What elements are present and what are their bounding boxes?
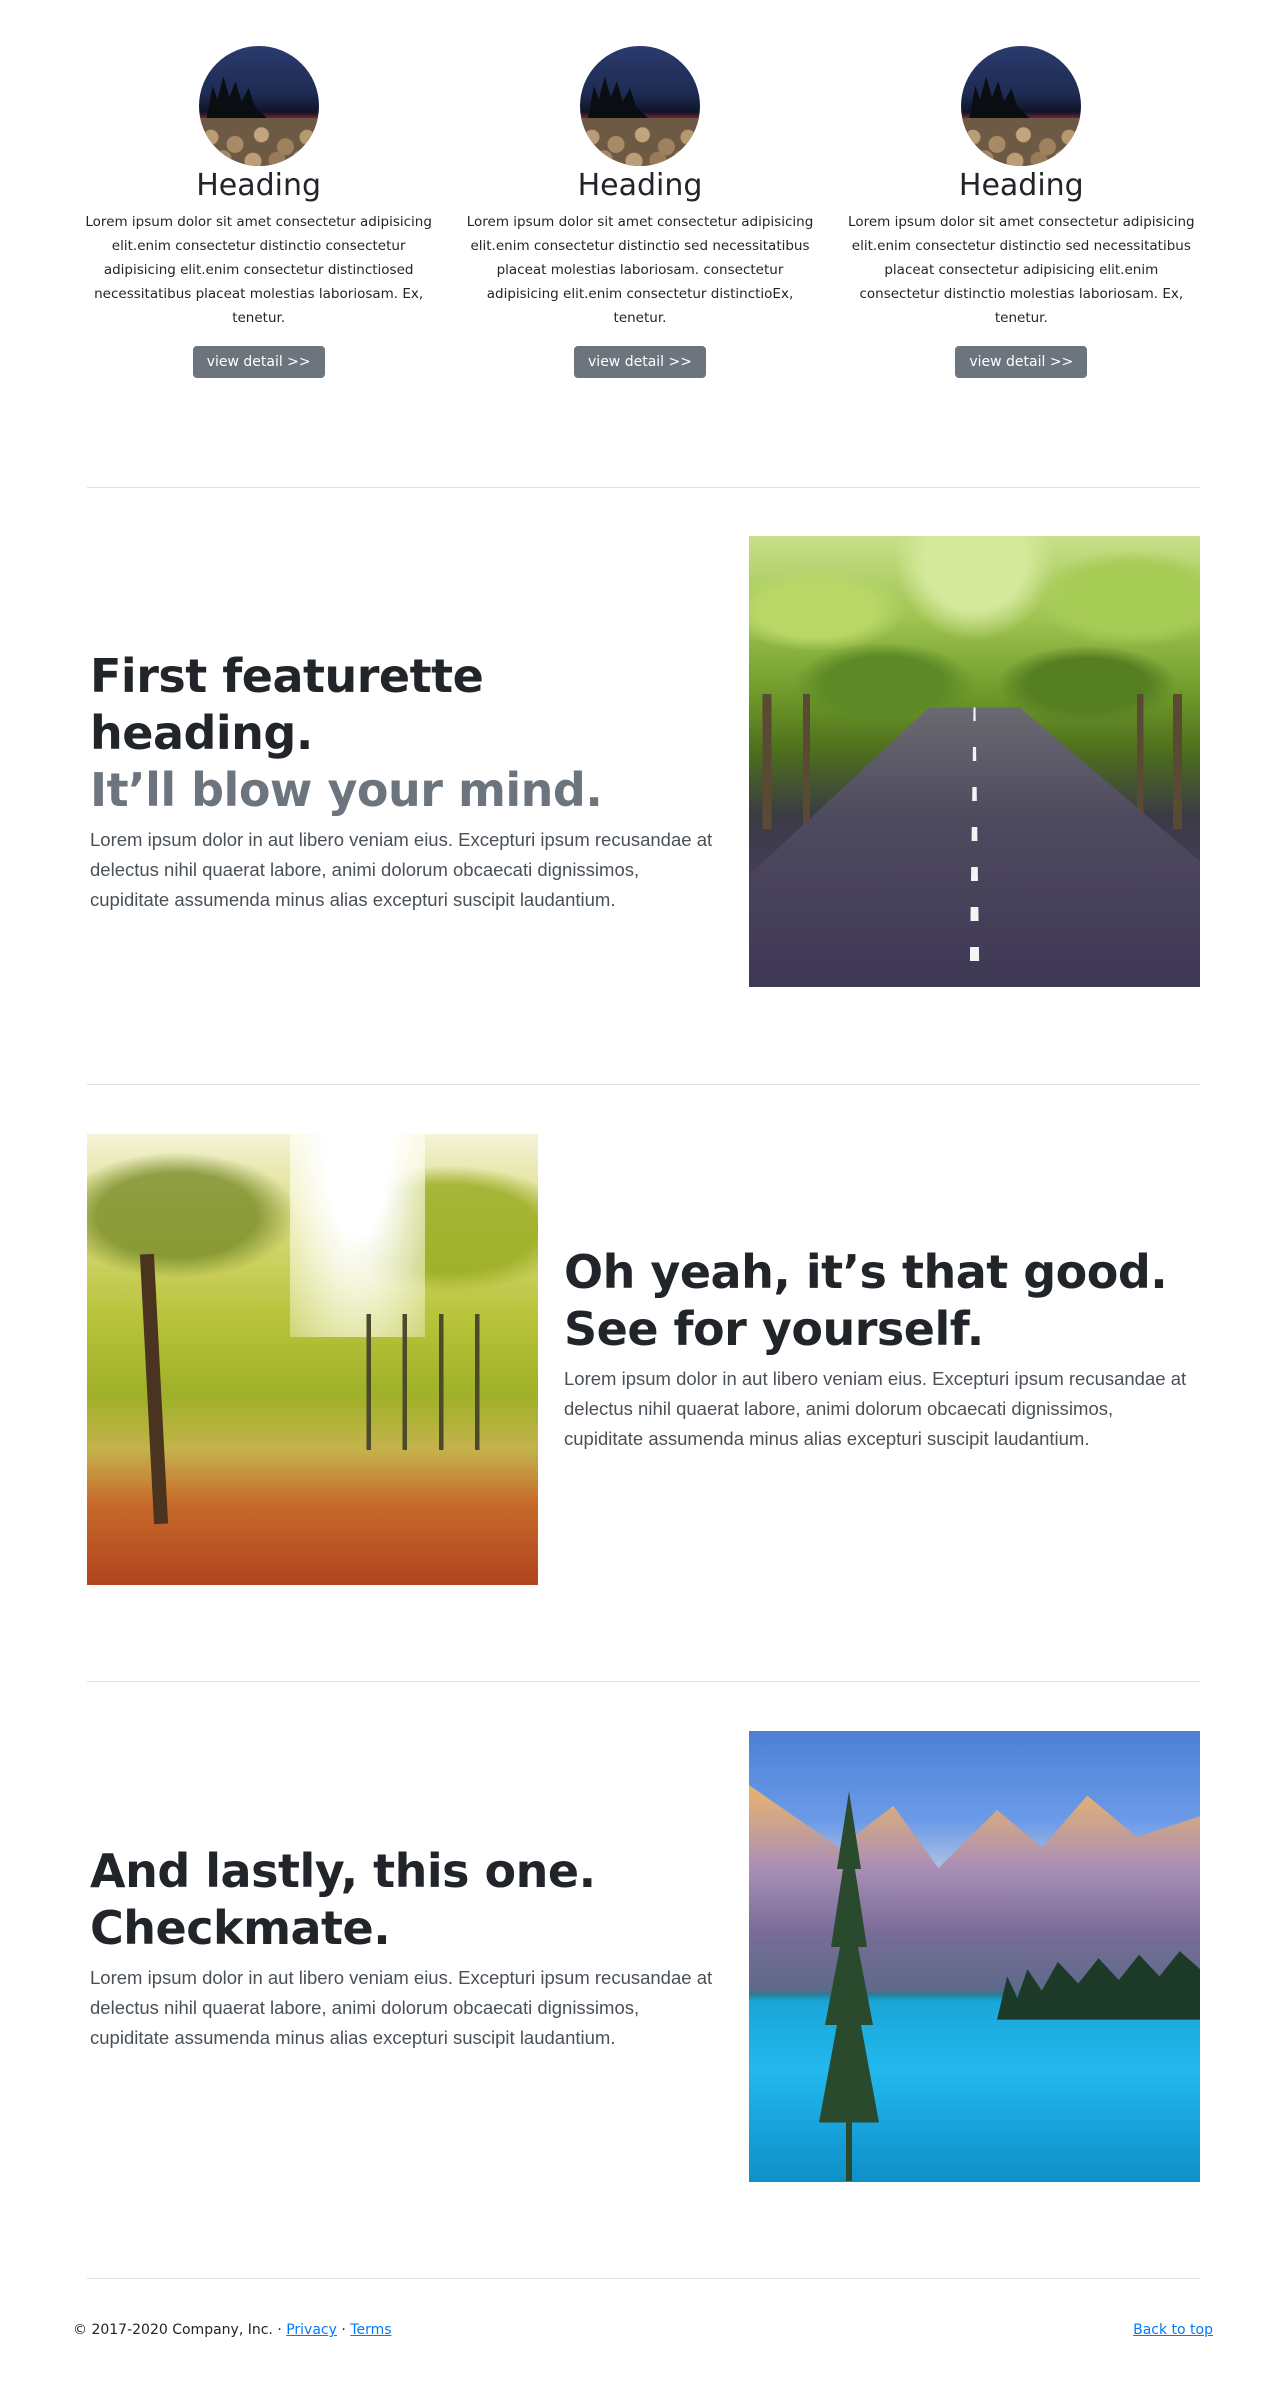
view-detail-button[interactable]: view detail >> [574, 346, 706, 378]
column-text: Lorem ipsum dolor sit amet consectetur a… [85, 214, 432, 326]
marketing-column: Heading Lorem ipsum dolor sit amet conse… [831, 46, 1212, 378]
view-detail-button[interactable]: view detail >> [955, 346, 1088, 378]
view-detail-button[interactable]: view detail >> [192, 346, 325, 378]
featurette-image-lake [749, 1731, 1200, 2182]
terms-link[interactable]: Terms [350, 2322, 391, 2338]
footer-separator: · [336, 2322, 351, 2338]
column-heading: Heading [196, 168, 322, 203]
featurette-heading: Oh yeah, it’s that good. See for yoursel… [564, 1245, 1168, 1356]
featurette-heading-muted: It’ll blow your mind. [90, 763, 603, 817]
back-to-top: Back to top [1133, 2322, 1213, 2338]
featurette-text: And lastly, this one. Checkmate. Lorem i… [90, 1843, 712, 2053]
footer-divider [87, 2278, 1200, 2279]
column-text: Lorem ipsum dolor sit amet consectetur a… [466, 214, 814, 326]
featurette-heading: First featurette heading. It’ll blow you… [90, 648, 715, 819]
marketing-column: Heading Lorem ipsum dolor sit amet conse… [449, 46, 830, 378]
back-to-top-link[interactable]: Back to top [1133, 2322, 1213, 2338]
featurette-divider [87, 487, 1200, 488]
column-text: Lorem ipsum dolor sit amet consectetur a… [848, 214, 1195, 326]
featurette-heading-main: First featurette heading. [90, 649, 484, 760]
column-heading: Heading [958, 168, 1084, 203]
featurette-text: Oh yeah, it’s that good. See for yoursel… [564, 1244, 1194, 1454]
featurette-image-road [749, 536, 1200, 987]
marketing-column: Heading Lorem ipsum dolor sit amet conse… [68, 46, 449, 378]
column-image [198, 46, 319, 166]
featurette-text: First featurette heading. It’ll blow you… [90, 648, 715, 915]
featurette-body: Lorem ipsum dolor in aut libero veniam e… [90, 1967, 713, 2048]
featurette-heading: And lastly, this one. Checkmate. [90, 1844, 596, 1955]
featurette-body: Lorem ipsum dolor in aut libero veniam e… [90, 829, 713, 910]
column-image [961, 46, 1082, 166]
column-heading: Heading [577, 168, 703, 203]
featurette-body: Lorem ipsum dolor in aut libero veniam e… [564, 1368, 1187, 1449]
copyright-text: © 2017-2020 Company, Inc. · [73, 2322, 287, 2338]
column-image [579, 46, 700, 166]
featurette-divider [87, 1084, 1200, 1085]
privacy-link[interactable]: Privacy [286, 2322, 337, 2338]
marketing-row: Heading Lorem ipsum dolor sit amet conse… [68, 46, 1212, 378]
featurette-divider [87, 1681, 1200, 1682]
footer-copyright: © 2017-2020 Company, Inc. · Privacy · Te… [73, 2322, 392, 2338]
featurette-image-autumn [87, 1134, 538, 1585]
